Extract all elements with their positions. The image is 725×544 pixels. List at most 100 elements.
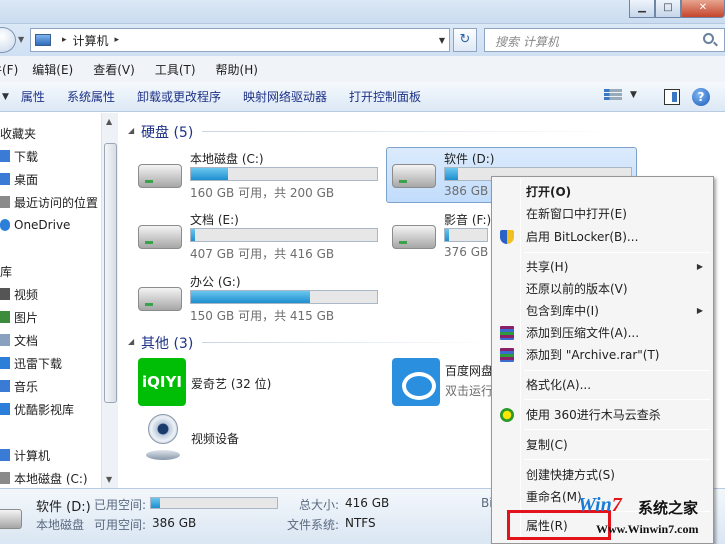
- baidu-netdisk-item[interactable]: [392, 358, 440, 406]
- pictures-icon: [0, 311, 10, 323]
- nav-recent[interactable]: 最近访问的位置: [0, 192, 98, 212]
- history-dropdown-icon[interactable]: ▼: [18, 35, 24, 44]
- nav-local-disk-c[interactable]: 本地磁盘 (C:): [0, 468, 88, 488]
- menu-label: 启用 BitLocker(B)...: [526, 230, 639, 244]
- nav-pictures[interactable]: 图片: [0, 307, 38, 327]
- menu-360-scan[interactable]: 使用 360进行木马云查杀: [494, 404, 711, 426]
- drive-space-info: 376 GB: [444, 245, 489, 259]
- group-collapse-icon[interactable]: ◢: [128, 126, 134, 135]
- menu-file[interactable]: 件(F): [0, 61, 18, 78]
- recent-places-icon: [0, 196, 10, 208]
- menu-open[interactable]: 打开(O): [494, 181, 711, 203]
- nav-music[interactable]: 音乐: [0, 376, 38, 396]
- nav-thunder-downloads[interactable]: 迅雷下载: [0, 353, 62, 373]
- drive-space-info: 386 GB: [444, 184, 489, 198]
- menu-add-to-archive[interactable]: 添加到压缩文件(A)...: [494, 322, 711, 344]
- menu-label: 添加到 "Archive.rar"(T): [526, 348, 660, 362]
- minimize-button[interactable]: ▁: [629, 0, 655, 18]
- nav-label: OneDrive: [14, 218, 71, 232]
- details-free-value: 386 GB: [152, 516, 197, 530]
- menu-share[interactable]: 共享(H) ▶: [494, 256, 711, 278]
- drive-name: 影音 (F:): [444, 213, 492, 227]
- view-dropdown-icon[interactable]: ▼: [630, 90, 637, 100]
- drive-usage-bar: [190, 228, 378, 242]
- details-free-label: 可用空间:: [94, 518, 147, 532]
- drive-f[interactable]: 影音 (F:) 376 GB: [392, 211, 492, 267]
- scroll-down-icon[interactable]: ▼: [106, 475, 112, 484]
- close-button[interactable]: ✕: [681, 0, 725, 18]
- drive-e[interactable]: 文档 (E:) 407 GB 可用，共 416 GB: [138, 211, 388, 267]
- baidu-netdisk-label[interactable]: 百度网盘: [445, 362, 493, 379]
- map-network-drive-button[interactable]: 映射网络驱动器: [243, 88, 327, 105]
- nav-youku[interactable]: 优酷影视库: [0, 399, 74, 419]
- maximize-button[interactable]: □: [655, 0, 681, 18]
- menu-tools[interactable]: 工具(T): [155, 61, 196, 78]
- uninstall-program-button[interactable]: 卸载或更改程序: [137, 88, 221, 105]
- menu-label: 共享(H): [526, 260, 569, 274]
- refresh-button[interactable]: ↻: [453, 28, 477, 52]
- preview-pane-icon[interactable]: [664, 89, 680, 105]
- menu-bitlocker[interactable]: 启用 BitLocker(B)...: [494, 226, 711, 248]
- menu-open-new-window[interactable]: 在新窗口中打开(E): [494, 203, 711, 225]
- nav-scrollbar[interactable]: ▲ ▼: [101, 113, 118, 488]
- nav-desktop[interactable]: 桌面: [0, 169, 38, 189]
- change-view-icon[interactable]: [604, 88, 622, 104]
- drive-usage-bar: [190, 167, 378, 181]
- open-control-panel-button[interactable]: 打开控制面板: [349, 88, 421, 105]
- nav-documents[interactable]: 文档: [0, 330, 38, 350]
- group-divider: [202, 342, 492, 343]
- drive-g[interactable]: 办公 (G:) 150 GB 可用，共 415 GB: [138, 273, 388, 329]
- menu-edit[interactable]: 编辑(E): [32, 61, 73, 78]
- drive-usage-bar: [444, 228, 488, 242]
- group-header-other[interactable]: 其他 (3): [141, 333, 193, 353]
- drive-c[interactable]: 本地磁盘 (C:) 160 GB 可用，共 200 GB: [138, 150, 388, 206]
- group-collapse-icon[interactable]: ◢: [128, 337, 134, 346]
- winrar-icon: [500, 326, 514, 340]
- menu-label: 使用 360进行木马云查杀: [526, 408, 661, 422]
- scroll-up-icon[interactable]: ▲: [106, 117, 112, 126]
- breadcrumb-separator-end[interactable]: ▸: [115, 35, 120, 45]
- downloads-icon: [0, 150, 10, 162]
- nav-downloads[interactable]: 下载: [0, 146, 38, 166]
- address-bar[interactable]: ▸ 计算机 ▸ ▼: [30, 28, 450, 52]
- video-device-item[interactable]: [142, 414, 182, 462]
- menu-format[interactable]: 格式化(A)...: [494, 374, 711, 396]
- video-device-label[interactable]: 视频设备: [191, 430, 239, 447]
- videos-icon: [0, 288, 10, 300]
- drive-usage-fill: [191, 291, 311, 303]
- menu-help[interactable]: 帮助(H): [216, 61, 258, 78]
- nav-label: 收藏夹: [0, 126, 37, 141]
- menu-separator: [524, 459, 710, 460]
- nav-scroll-thumb[interactable]: [104, 143, 117, 403]
- breadcrumb-computer[interactable]: 计算机: [73, 32, 109, 49]
- organize-dropdown-icon[interactable]: ▼: [2, 92, 9, 102]
- search-icon[interactable]: [703, 33, 714, 44]
- watermark-title: 系统之家: [638, 499, 699, 517]
- nav-onedrive[interactable]: OneDrive: [0, 215, 70, 235]
- system-properties-button[interactable]: 系统属性: [67, 88, 115, 105]
- menu-add-to-archive-rar[interactable]: 添加到 "Archive.rar"(T): [494, 344, 711, 366]
- menu-view[interactable]: 查看(V): [93, 61, 135, 78]
- properties-button[interactable]: 属性: [21, 88, 45, 105]
- nav-libraries[interactable]: 库: [0, 261, 12, 281]
- back-button[interactable]: [0, 27, 16, 53]
- drive-icon: [138, 225, 182, 249]
- menu-create-shortcut[interactable]: 创建快捷方式(S): [494, 464, 711, 486]
- nav-label: 桌面: [14, 172, 39, 187]
- nav-videos[interactable]: 视频: [0, 284, 38, 304]
- computer-icon: [35, 34, 51, 46]
- nav-favorites[interactable]: 收藏夹: [0, 123, 36, 143]
- nav-computer[interactable]: 计算机: [0, 445, 50, 465]
- menu-separator: [524, 429, 710, 430]
- iqiyi-label[interactable]: 爱奇艺 (32 位): [191, 375, 271, 392]
- address-dropdown-icon[interactable]: ▼: [439, 36, 445, 45]
- breadcrumb-separator[interactable]: ▸: [62, 35, 67, 45]
- iqiyi-item[interactable]: iQIYI: [138, 358, 186, 406]
- group-header-drives[interactable]: 硬盘 (5): [141, 122, 193, 142]
- menu-copy[interactable]: 复制(C): [494, 434, 711, 456]
- search-input[interactable]: 搜索 计算机: [484, 28, 725, 52]
- help-icon[interactable]: ?: [692, 88, 710, 106]
- menu-include-in-library[interactable]: 包含到库中(I) ▶: [494, 300, 711, 322]
- menu-restore-versions[interactable]: 还原以前的版本(V): [494, 278, 711, 300]
- nav-label: 优酷影视库: [14, 402, 75, 417]
